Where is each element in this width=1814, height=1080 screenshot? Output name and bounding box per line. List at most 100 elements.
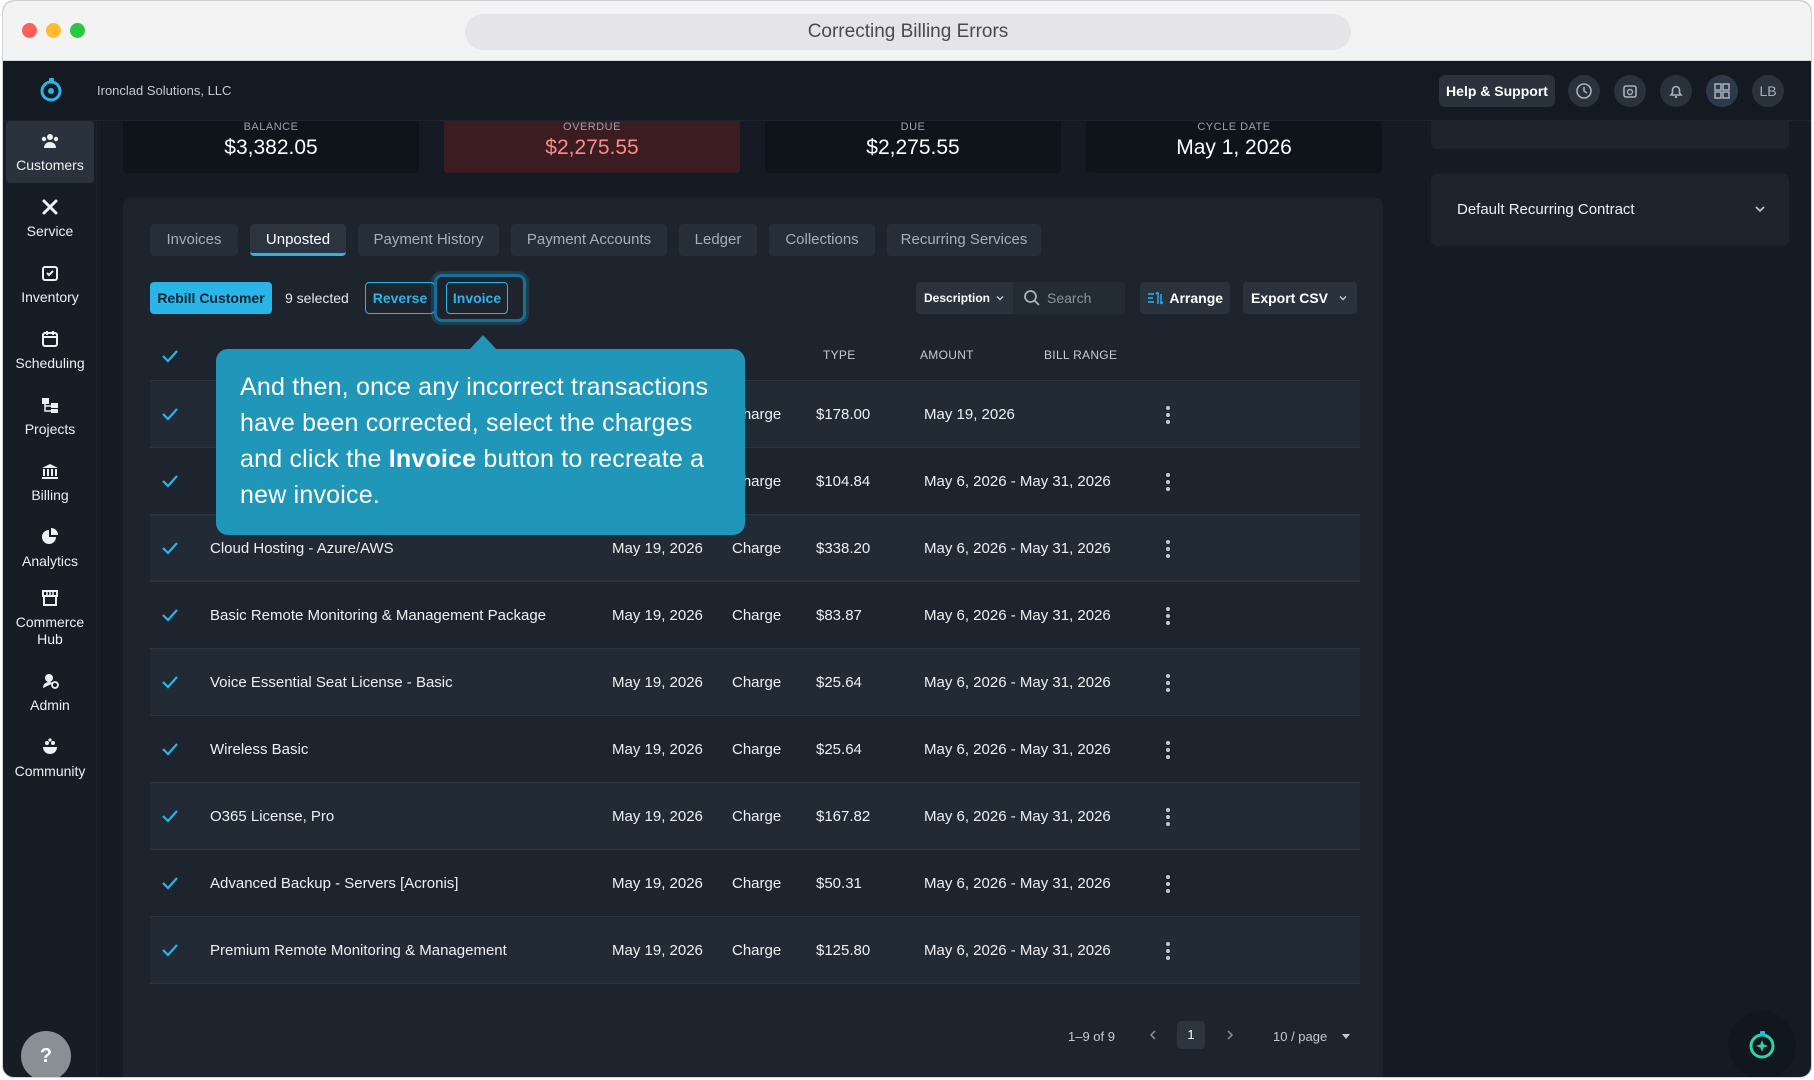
search-field-select[interactable]: Description — [916, 282, 1013, 314]
sidebar-item-projects[interactable]: Projects — [6, 385, 94, 447]
sidebar-item-label: Commerce Hub — [15, 614, 85, 647]
sidebar-item-inventory[interactable]: Inventory — [6, 253, 94, 315]
rebill-customer-button[interactable]: Rebill Customer — [150, 282, 272, 314]
title-bar: Correcting Billing Errors — [3, 1, 1811, 61]
app-logo-icon[interactable] — [37, 76, 65, 104]
help-support-button[interactable]: Help & Support — [1439, 75, 1555, 107]
chevron-left-icon[interactable] — [1147, 1029, 1159, 1041]
sidebar-item-admin[interactable]: Admin — [6, 661, 94, 723]
row-checkbox[interactable] — [160, 739, 180, 759]
sidebar-item-community[interactable]: Community — [6, 727, 94, 789]
balance-card: BALANCE $3,382.05 — [123, 121, 419, 173]
cell-date: May 19, 2026 — [612, 875, 703, 892]
select-all-checkbox[interactable] — [160, 346, 180, 366]
more-options-icon[interactable] — [1158, 738, 1178, 762]
row-checkbox[interactable] — [160, 806, 180, 826]
sidebar-item-commerce-hub[interactable]: Commerce Hub — [6, 581, 94, 655]
cell-amount: $338.20 — [816, 540, 871, 557]
minimize-window-button[interactable] — [46, 23, 61, 38]
arrange-button[interactable]: Arrange — [1140, 282, 1230, 314]
row-checkbox[interactable] — [160, 404, 180, 424]
cell-type: Charge — [732, 808, 782, 825]
sidebar-item-label: Community — [14, 762, 86, 779]
page-number-button[interactable]: 1 — [1177, 1021, 1205, 1049]
history-icon[interactable] — [1568, 75, 1600, 107]
row-checkbox[interactable] — [160, 538, 180, 558]
page-size-select[interactable]: 10 / page — [1273, 1029, 1351, 1044]
row-checkbox[interactable] — [160, 873, 180, 893]
column-header-amount[interactable]: AMOUNT — [920, 348, 974, 362]
tab-ledger[interactable]: Ledger — [679, 224, 757, 256]
cell-description: O365 License, Pro — [210, 808, 335, 825]
close-window-button[interactable] — [22, 23, 37, 38]
cell-description: Wireless Basic — [210, 741, 309, 758]
sidebar-item-label: Projects — [24, 420, 76, 437]
user-avatar[interactable]: LB — [1752, 75, 1784, 107]
table-row[interactable]: O365 License, Pro May 19, 2026 Charge $167.… — [150, 783, 1360, 850]
more-options-icon[interactable] — [1158, 537, 1178, 561]
row-checkbox[interactable] — [160, 672, 180, 692]
chevron-down-icon[interactable] — [1753, 202, 1767, 216]
community-icon — [43, 737, 57, 754]
due-label: DUE — [900, 121, 926, 133]
maximize-window-button[interactable] — [70, 23, 85, 38]
more-options-icon[interactable] — [1158, 604, 1178, 628]
selected-count: 9 selected — [285, 290, 349, 306]
export-csv-button[interactable]: Export CSV — [1243, 282, 1357, 314]
more-options-icon[interactable] — [1158, 872, 1178, 896]
sidebar-item-label: Billing — [31, 486, 69, 503]
row-checkbox[interactable] — [160, 940, 180, 960]
help-question-button[interactable]: ? — [21, 1031, 71, 1077]
tab-payment-history[interactable]: Payment History — [358, 224, 499, 256]
cell-bill-range: May 6, 2026 - May 31, 2026 — [924, 540, 1111, 557]
table-row[interactable]: Wireless Basic May 19, 2026 Charge $25.64 Ma… — [150, 716, 1360, 783]
sidebar-item-service[interactable]: Service — [6, 187, 94, 249]
table-row[interactable]: Premium Remote Monitoring & Management Ma… — [150, 917, 1360, 984]
chevron-right-icon[interactable] — [1224, 1029, 1236, 1041]
sidebar-item-customers[interactable]: Customers — [6, 121, 94, 183]
cell-bill-range: May 6, 2026 - May 31, 2026 — [924, 473, 1111, 490]
window-title[interactable]: Correcting Billing Errors — [465, 14, 1351, 50]
table-row[interactable]: Voice Essential Seat License - Basic May … — [150, 649, 1360, 716]
cycle-date-card: CYCLE DATE May 1, 2026 — [1086, 121, 1382, 173]
cell-description: Premium Remote Monitoring & Management — [210, 942, 507, 959]
row-checkbox[interactable] — [160, 605, 180, 625]
cell-date: May 19, 2026 — [612, 607, 703, 624]
bell-icon[interactable] — [1660, 75, 1692, 107]
sidebar-item-scheduling[interactable]: Scheduling — [6, 319, 94, 381]
more-options-icon[interactable] — [1158, 805, 1178, 829]
column-header-bill-range[interactable]: BILL RANGE — [1044, 348, 1117, 362]
table-row[interactable]: Advanced Backup - Servers [Acronis] May 1… — [150, 850, 1360, 917]
timer-icon[interactable] — [1614, 75, 1646, 107]
row-checkbox[interactable] — [160, 471, 180, 491]
page-size-label: 10 / page — [1273, 1029, 1328, 1044]
tab-unposted[interactable]: Unposted — [250, 224, 346, 256]
more-options-icon[interactable] — [1158, 470, 1178, 494]
more-options-icon[interactable] — [1158, 939, 1178, 963]
app-header: Ironclad Solutions, LLC Help & Support L… — [3, 61, 1811, 121]
sidebar-item-analytics[interactable]: Analytics — [6, 517, 94, 579]
tab-invoices[interactable]: Invoices — [150, 224, 238, 256]
invoice-button[interactable]: Invoice — [446, 282, 508, 314]
more-options-icon[interactable] — [1158, 403, 1178, 427]
export-csv-label: Export CSV — [1251, 290, 1329, 306]
recurring-contract-card[interactable]: Default Recurring Contract — [1431, 174, 1789, 246]
sidebar-item-billing[interactable]: Billing — [6, 451, 94, 513]
tab-recurring-services[interactable]: Recurring Services — [887, 224, 1041, 256]
search-input[interactable]: Search — [1013, 282, 1125, 314]
ai-assistant-button[interactable] — [1728, 1011, 1796, 1077]
contract-title: Default Recurring Contract — [1457, 201, 1635, 218]
more-options-icon[interactable] — [1158, 671, 1178, 695]
tab-collections[interactable]: Collections — [769, 224, 875, 256]
reverse-button[interactable]: Reverse — [365, 282, 435, 314]
chevron-down-icon — [996, 296, 1004, 301]
cell-type: Charge — [732, 741, 782, 758]
due-value: $2,275.55 — [866, 136, 960, 159]
column-header-type[interactable]: TYPE — [823, 348, 856, 362]
table-row[interactable]: Basic Remote Monitoring & Management Pac… — [150, 582, 1360, 649]
sparkle-assistant-icon — [1749, 1031, 1775, 1059]
cell-amount: $83.87 — [816, 607, 862, 624]
tab-payment-accounts[interactable]: Payment Accounts — [511, 224, 667, 256]
cell-amount: $25.64 — [816, 674, 862, 691]
dashboard-icon[interactable] — [1706, 75, 1738, 107]
